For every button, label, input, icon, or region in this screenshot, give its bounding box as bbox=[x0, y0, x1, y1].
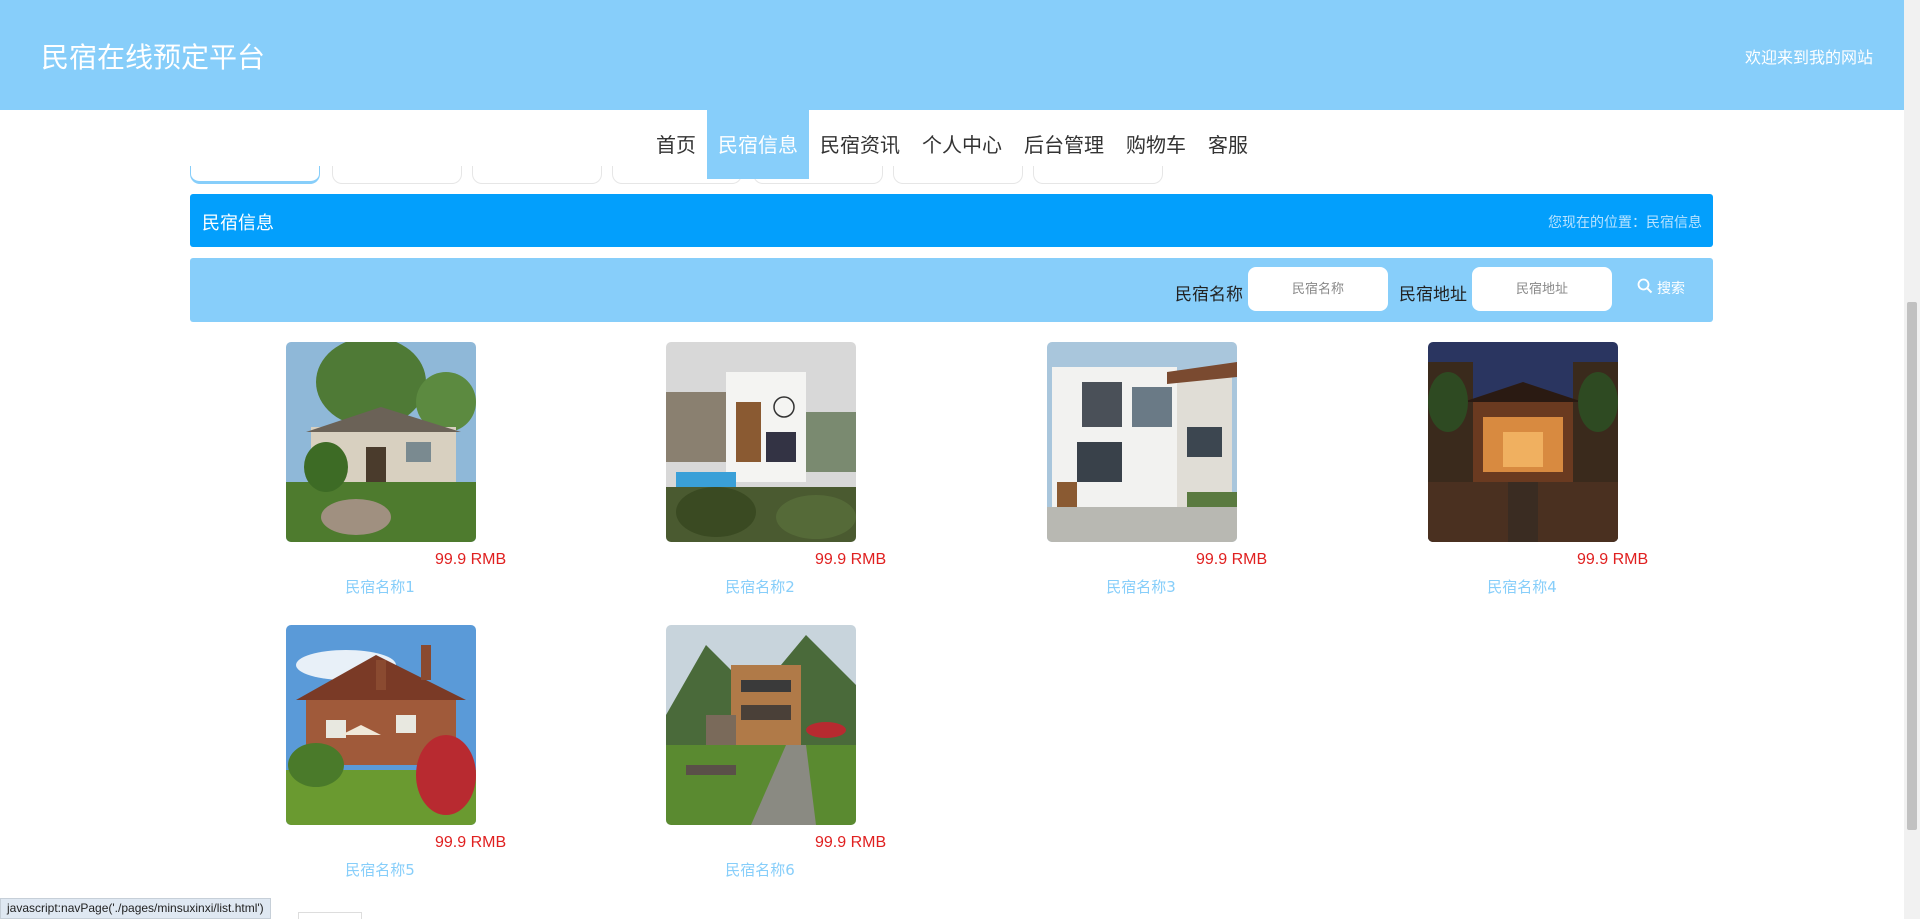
listing-card[interactable]: 99.9 RMB 民宿名称5 bbox=[190, 625, 570, 885]
page-scrollbar[interactable] bbox=[1904, 0, 1920, 919]
listing-name[interactable]: 民宿名称1 bbox=[190, 576, 570, 597]
listing-card[interactable]: 99.9 RMB 民宿名称3 bbox=[951, 342, 1331, 602]
pagination[interactable] bbox=[298, 912, 362, 919]
nav-item-admin[interactable]: 后台管理 bbox=[1013, 110, 1115, 180]
listing-image-modern-townhouse[interactable] bbox=[1047, 342, 1237, 542]
welcome-text: 欢迎来到我的网站 bbox=[1744, 48, 1873, 67]
search-icon bbox=[1637, 278, 1653, 298]
listing-name[interactable]: 民宿名称6 bbox=[570, 859, 950, 880]
nav-item-homestay-info[interactable]: 民宿信息 bbox=[707, 110, 809, 179]
listing-price: 99.9 RMB bbox=[815, 551, 887, 568]
listing-card[interactable]: 99.9 RMB 民宿名称6 bbox=[570, 625, 950, 885]
nav-item-customer-service[interactable]: 客服 bbox=[1197, 110, 1259, 180]
page-title: 民宿信息 bbox=[202, 213, 274, 234]
site-header: 民宿在线预定平台 欢迎来到我的网站 bbox=[0, 0, 1904, 110]
name-search-input[interactable] bbox=[1248, 267, 1388, 311]
listing-image-cottage-garden[interactable] bbox=[286, 342, 476, 542]
listing-name[interactable]: 民宿名称5 bbox=[190, 859, 570, 880]
nav-item-cart[interactable]: 购物车 bbox=[1115, 110, 1197, 180]
scrollbar-thumb[interactable] bbox=[1907, 302, 1917, 830]
nav-item-personal-center[interactable]: 个人中心 bbox=[911, 110, 1013, 180]
listing-image-mountain-lodge[interactable] bbox=[666, 625, 856, 825]
listing-name[interactable]: 民宿名称2 bbox=[570, 576, 950, 597]
main-nav: 首页 民宿信息 民宿资讯 个人中心 后台管理 购物车 客服 bbox=[0, 110, 1904, 180]
search-button[interactable]: 搜索 bbox=[1637, 278, 1685, 298]
listing-name[interactable]: 民宿名称3 bbox=[951, 576, 1331, 597]
listing-price: 99.9 RMB bbox=[1196, 551, 1268, 568]
listing-card[interactable]: 99.9 RMB 民宿名称4 bbox=[1332, 342, 1712, 602]
site-title: 民宿在线预定平台 bbox=[41, 41, 266, 74]
breadcrumb: 您现在的位置：民宿信息 bbox=[1548, 215, 1702, 231]
listing-image-modern-villa-pool[interactable] bbox=[666, 342, 856, 542]
link-status-bar: javascript:navPage('./pages/minsuxinxi/l… bbox=[0, 898, 271, 919]
nav-item-home[interactable]: 首页 bbox=[645, 110, 707, 180]
address-search-label: 民宿地址 bbox=[1399, 285, 1467, 305]
listing-price: 99.9 RMB bbox=[435, 551, 507, 568]
nav-item-homestay-news[interactable]: 民宿资讯 bbox=[809, 110, 911, 180]
listing-card[interactable]: 99.9 RMB 民宿名称1 bbox=[190, 342, 570, 602]
listing-image-courtyard-night[interactable] bbox=[1428, 342, 1618, 542]
listing-name[interactable]: 民宿名称4 bbox=[1332, 576, 1712, 597]
search-bar: 民宿名称 民宿地址 搜索 bbox=[190, 258, 1713, 322]
address-search-input[interactable] bbox=[1472, 267, 1612, 311]
page-title-bar: 民宿信息 您现在的位置：民宿信息 bbox=[190, 194, 1713, 247]
name-search-label: 民宿名称 bbox=[1175, 285, 1243, 305]
listing-price: 99.9 RMB bbox=[815, 834, 887, 851]
search-button-label: 搜索 bbox=[1657, 281, 1685, 297]
listing-price: 99.9 RMB bbox=[435, 834, 507, 851]
listing-price: 99.9 RMB bbox=[1577, 551, 1649, 568]
listing-image-brick-cottage[interactable] bbox=[286, 625, 476, 825]
listing-card[interactable]: 99.9 RMB 民宿名称2 bbox=[570, 342, 950, 602]
